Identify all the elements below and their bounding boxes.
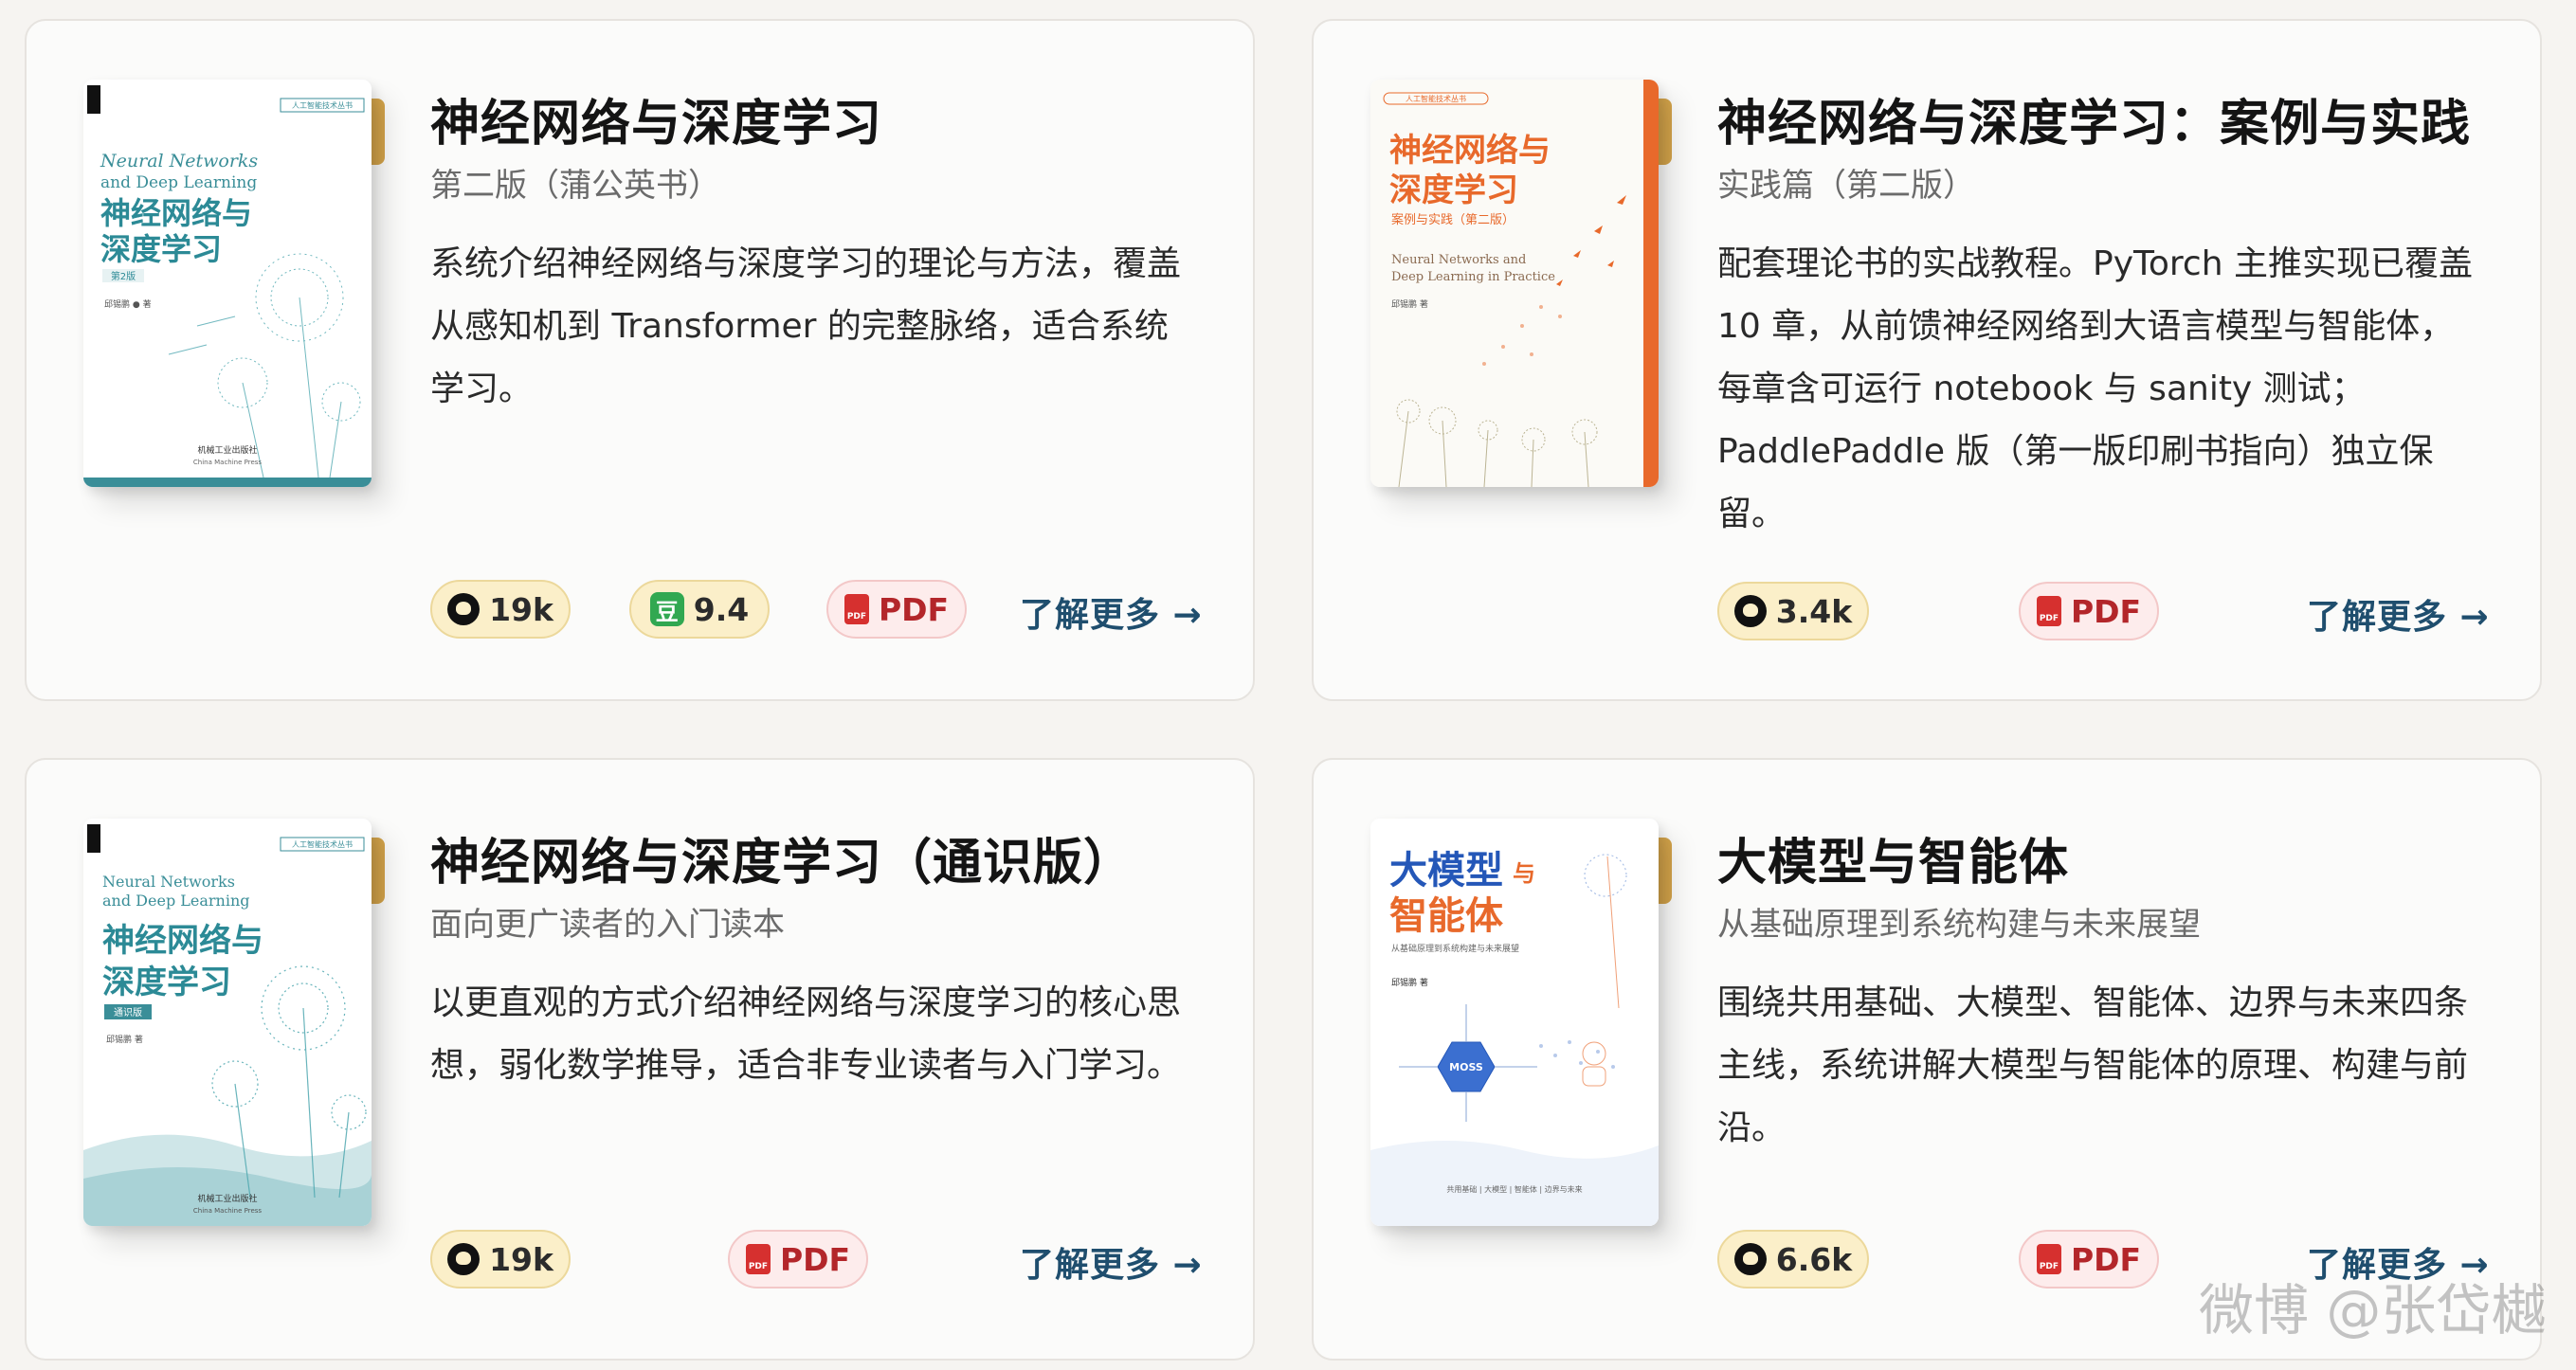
github-stars-count: 3.4k	[1775, 592, 1853, 630]
learn-more-link[interactable]: 了解更多 →	[1020, 587, 1203, 637]
book-card-nndl-practice: 人工智能技术丛书 神经网络与 深度学习 案例与实践（第二版） Neural Ne…	[1312, 19, 2542, 701]
book-cover[interactable]: 大模型 与 智能体 从基础原理到系统构建与未来展望 邱锡鹏 著 MOSS 共用基…	[1370, 819, 1676, 1247]
svg-text:深度学习: 深度学习	[1389, 171, 1518, 209]
pdf-label: PDF	[2070, 592, 2142, 630]
cover-image: 大模型 与 智能体 从基础原理到系统构建与未来展望 邱锡鹏 著 MOSS 共用基…	[1370, 819, 1659, 1226]
cover-tab	[372, 838, 385, 904]
cover-tab	[1659, 838, 1672, 904]
cover-tab	[372, 99, 385, 165]
weibo-watermark: 微博 @张岱樾	[2199, 1278, 2547, 1343]
pdf-button[interactable]: PDF PDF	[2019, 1230, 2159, 1289]
svg-text:Neural Networks: Neural Networks	[102, 873, 235, 891]
pdf-icon: PDF	[2036, 1244, 2061, 1274]
cover-image: 人工智能技术丛书 Neural Networks and Deep Learni…	[83, 819, 372, 1226]
svg-text:邱锡鹏 著: 邱锡鹏 著	[106, 1034, 143, 1045]
svg-text:神经网络与: 神经网络与	[100, 195, 252, 231]
pdf-icon: PDF	[745, 1244, 771, 1274]
moss-network-illustration: 大模型 与 智能体 从基础原理到系统构建与未来展望 邱锡鹏 著 MOSS 共用基…	[1370, 819, 1659, 1226]
douban-rating: 9.4	[693, 590, 750, 628]
book-title[interactable]: 神经网络与深度学习（通识版）	[430, 822, 1134, 893]
pdf-label: PDF	[779, 1240, 851, 1278]
book-cover[interactable]: 人工智能技术丛书 Neural Networks and Deep Learni…	[83, 80, 389, 508]
book-cover[interactable]: 人工智能技术丛书 神经网络与 深度学习 案例与实践（第二版） Neural Ne…	[1370, 80, 1676, 508]
book-description: 系统介绍神经网络与深度学习的理论与方法，覆盖从感知机到 Transformer …	[430, 244, 1182, 408]
book-card-nndl-popular: 人工智能技术丛书 Neural Networks and Deep Learni…	[25, 758, 1255, 1361]
svg-text:机械工业出版社: 机械工业出版社	[197, 444, 257, 456]
learn-more-link[interactable]: 了解更多 →	[2307, 589, 2490, 639]
svg-text:深度学习: 深度学习	[100, 231, 222, 267]
dandelion-illustration: 人工智能技术丛书 Neural Networks and Deep Learni…	[83, 80, 372, 487]
github-stars-count: 19k	[489, 590, 553, 628]
book-card-nndl: 人工智能技术丛书 Neural Networks and Deep Learni…	[25, 19, 1255, 701]
svg-text:大模型: 大模型	[1389, 848, 1503, 892]
svg-text:机械工业出版社: 机械工业出版社	[197, 1193, 257, 1204]
book-title[interactable]: 神经网络与深度学习	[430, 83, 882, 154]
book-subtitle: 从基础原理到系统构建与未来展望	[1717, 906, 2201, 944]
svg-text:第2版: 第2版	[111, 270, 136, 282]
svg-text:人工智能技术丛书: 人工智能技术丛书	[292, 839, 353, 849]
github-icon	[1733, 595, 1767, 627]
github-stars-badge[interactable]: 19k	[430, 1230, 571, 1289]
github-icon	[447, 1243, 481, 1275]
svg-text:and Deep Learning: and Deep Learning	[102, 892, 250, 910]
book-description: 配套理论书的实战教程。PyTorch 主推实现已覆盖 10 章，从前馈神经网络到…	[1717, 244, 2473, 533]
github-stars-count: 19k	[489, 1240, 553, 1278]
pdf-icon: PDF	[2036, 596, 2061, 626]
pdf-button[interactable]: PDF PDF	[2019, 582, 2159, 640]
github-stars-count: 6.6k	[1775, 1240, 1853, 1278]
pdf-button[interactable]: PDF PDF	[826, 580, 967, 639]
book-description: 围绕共用基础、大模型、智能体、边界与未来四条主线，系统讲解大模型与智能体的原理、…	[1717, 983, 2469, 1147]
douban-rating-badge[interactable]: 豆 9.4	[629, 580, 770, 639]
svg-text:案例与实践（第二版）: 案例与实践（第二版）	[1391, 213, 1515, 227]
birds-dandelion-illustration: 人工智能技术丛书 神经网络与 深度学习 案例与实践（第二版） Neural Ne…	[1370, 80, 1659, 487]
dandelion-landscape-illustration: 人工智能技术丛书 Neural Networks and Deep Learni…	[83, 819, 372, 1226]
pdf-label: PDF	[2070, 1240, 2142, 1278]
book-description: 以更直观的方式介绍神经网络与深度学习的核心思想，弱化数学推导，适合非专业读者与入…	[430, 983, 1182, 1085]
svg-text:Neural Networks: Neural Networks	[100, 151, 258, 171]
github-icon	[1733, 1243, 1767, 1275]
svg-text:共用基础 | 大模型 | 智能体 | 边界与未来: 共用基础 | 大模型 | 智能体 | 边界与未来	[1446, 1184, 1582, 1194]
pdf-button[interactable]: PDF PDF	[728, 1230, 868, 1289]
book-title[interactable]: 大模型与智能体	[1717, 822, 2069, 893]
svg-text:深度学习: 深度学习	[102, 964, 231, 1001]
svg-text:人工智能技术丛书: 人工智能技术丛书	[292, 100, 353, 110]
pdf-icon: PDF	[844, 594, 869, 624]
github-stars-badge[interactable]: 6.6k	[1717, 1230, 1869, 1289]
svg-text:邱锡鹏 著: 邱锡鹏 著	[1391, 977, 1428, 988]
svg-text:Neural Networks and: Neural Networks and	[1391, 253, 1526, 267]
svg-text:MOSS: MOSS	[1449, 1061, 1483, 1073]
svg-text:邱锡鹏 ● 著: 邱锡鹏 ● 著	[104, 298, 152, 310]
book-subtitle: 实践篇（第二版）	[1717, 167, 1975, 205]
cover-image: 人工智能技术丛书 Neural Networks and Deep Learni…	[83, 80, 372, 487]
svg-text:人工智能技术丛书: 人工智能技术丛书	[1406, 94, 1466, 103]
svg-text:从基础原理到系统构建与未来展望: 从基础原理到系统构建与未来展望	[1391, 943, 1519, 954]
github-stars-badge[interactable]: 19k	[430, 580, 571, 639]
book-title[interactable]: 神经网络与深度学习：案例与实践	[1717, 83, 2471, 154]
svg-text:智能体: 智能体	[1389, 893, 1503, 938]
douban-icon: 豆	[649, 592, 684, 626]
svg-text:Deep Learning in Practice: Deep Learning in Practice	[1391, 270, 1555, 284]
book-subtitle: 第二版（蒲公英书）	[430, 167, 720, 205]
svg-text:神经网络与: 神经网络与	[1389, 132, 1551, 170]
svg-text:通识版: 通识版	[114, 1006, 142, 1018]
svg-text:神经网络与: 神经网络与	[102, 922, 263, 960]
svg-text:邱锡鹏 著: 邱锡鹏 著	[1391, 298, 1428, 310]
learn-more-link[interactable]: 了解更多 →	[1020, 1237, 1203, 1287]
svg-text:China Machine Press: China Machine Press	[193, 459, 263, 466]
svg-text:and Deep Learning: and Deep Learning	[100, 173, 257, 192]
svg-text:与: 与	[1513, 859, 1535, 887]
svg-text:China Machine Press: China Machine Press	[193, 1207, 263, 1215]
github-icon	[447, 593, 481, 625]
cover-image: 人工智能技术丛书 神经网络与 深度学习 案例与实践（第二版） Neural Ne…	[1370, 80, 1659, 487]
book-cover[interactable]: 人工智能技术丛书 Neural Networks and Deep Learni…	[83, 819, 389, 1247]
cover-tab	[1659, 99, 1672, 165]
book-subtitle: 面向更广读者的入门读本	[430, 906, 785, 944]
github-stars-badge[interactable]: 3.4k	[1717, 582, 1869, 640]
pdf-label: PDF	[878, 590, 950, 628]
